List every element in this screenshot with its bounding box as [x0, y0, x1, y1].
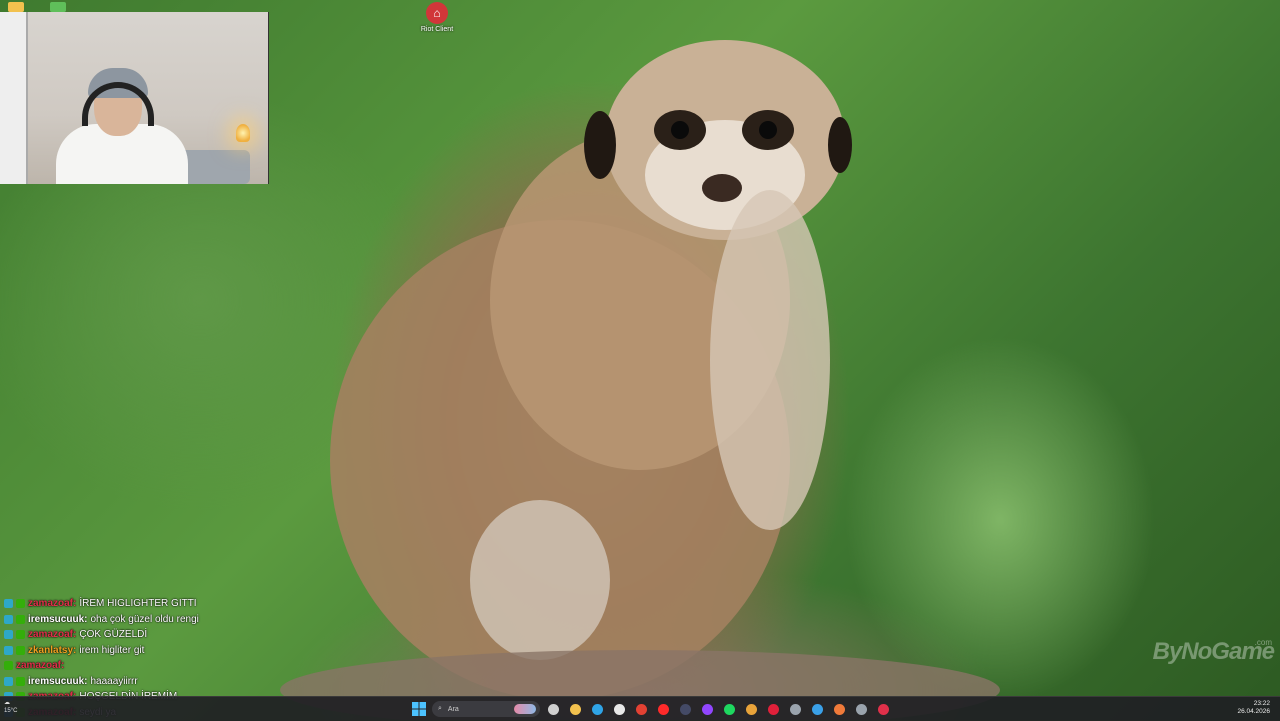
weather-icon: ☁ [4, 700, 10, 706]
browser-icon[interactable] [830, 700, 848, 718]
weather-widget[interactable]: ☁ 15°C [4, 699, 17, 715]
store-icon-glyph [811, 703, 823, 715]
spotify-icon-glyph [723, 703, 735, 715]
webcam-shelf [0, 12, 28, 184]
chat-text: İREM HIGLIGHTER GITTI [79, 598, 197, 609]
chat-message: iremsucuuk: haaaayiirrr [4, 674, 364, 690]
subscriber-badge-icon [4, 630, 13, 640]
subscriber-badge-icon [4, 676, 13, 686]
steam-icon[interactable] [786, 700, 804, 718]
chat-username: zamazoaf: [28, 598, 77, 609]
edge-icon-glyph [591, 703, 603, 715]
chat-username: zkanlatsy: [28, 644, 77, 656]
chat-text: ÇOK GÜZELDİ [79, 629, 148, 640]
chat-username: zamazoaf: [28, 629, 77, 640]
watermark-suffix: .com [1254, 638, 1272, 647]
webcam-overlay [0, 12, 269, 184]
chat-message: iremsucuuk: oha çok güzel oldu rengi [4, 612, 364, 628]
settings-icon-glyph [855, 703, 867, 715]
youtube-icon-glyph [657, 703, 669, 715]
chat-message: zamazoaf: [4, 658, 364, 674]
desktop-shortcut-label: Riot Client [420, 26, 454, 33]
search-highlight-icon [514, 704, 536, 714]
file-explorer-icon[interactable] [566, 700, 584, 718]
chat-text: haaaayiirrr [90, 675, 138, 687]
start-button[interactable] [410, 700, 428, 718]
subscriber-badge-icon [4, 614, 13, 624]
moderator-badge-icon [4, 661, 13, 671]
moderator-badge-icon [16, 645, 25, 655]
notepad-icon[interactable] [610, 700, 628, 718]
folder-icon[interactable] [8, 2, 24, 12]
chat-text: oha çok güzel oldu rengi [90, 613, 199, 625]
file-explorer-icon-glyph [569, 703, 581, 715]
twitch-icon-glyph [701, 703, 713, 715]
notepad-icon-glyph [613, 703, 625, 715]
obs-icon-glyph [679, 703, 691, 715]
moderator-badge-icon [16, 676, 25, 686]
moderator-badge-icon [16, 614, 25, 624]
search-placeholder: Ara [447, 705, 459, 713]
edge-icon[interactable] [588, 700, 606, 718]
taskbar-search[interactable]: ⌕ Ara [432, 701, 540, 717]
chat-username: zamazoaf: [16, 660, 65, 671]
webcam-lamp [236, 124, 250, 142]
spotify-icon[interactable] [720, 700, 738, 718]
riot-taskbar-icon[interactable] [874, 700, 892, 718]
chat-text: irem higliter git [79, 644, 145, 656]
moderator-badge-icon [16, 630, 25, 640]
obs-icon[interactable] [676, 700, 694, 718]
opera-icon[interactable] [764, 700, 782, 718]
chat-message: zkanlatsy: irem higliter git [4, 643, 364, 659]
taskbar-center: ⌕ Ara [410, 700, 892, 718]
weather-temp: 15°C [4, 708, 18, 714]
desktop-shortcut-riot-client[interactable]: ⌂ Riot Client [418, 2, 456, 33]
search-icon: ⌕ [438, 705, 442, 712]
system-clock[interactable]: 23:22 26.04.2026 [1237, 700, 1270, 716]
subscriber-badge-icon [4, 599, 13, 609]
store-icon[interactable] [808, 700, 826, 718]
browser-icon-glyph [833, 703, 845, 715]
taskbar: ☁ 15°C ⌕ Ara 23:22 26.04.2026 [0, 696, 1280, 721]
subscriber-badge-icon [4, 645, 13, 655]
chat-username: iremsucuuk: [28, 675, 88, 687]
chrome-icon[interactable] [632, 700, 650, 718]
chrome-alt-icon-glyph [745, 703, 757, 715]
settings-icon[interactable] [852, 700, 870, 718]
chat-message: zamazoaf: ÇOK GÜZELDİ [4, 627, 364, 643]
moderator-badge-icon [16, 599, 25, 609]
windows-icon [412, 702, 426, 716]
task-view-icon-glyph [547, 703, 559, 715]
twitch-icon[interactable] [698, 700, 716, 718]
youtube-icon[interactable] [654, 700, 672, 718]
clock-date: 26.04.2026 [1237, 708, 1270, 715]
app-shortcut-icon[interactable] [50, 2, 66, 12]
chrome-alt-icon[interactable] [742, 700, 760, 718]
riot-client-icon: ⌂ [426, 2, 448, 24]
chrome-icon-glyph [635, 703, 647, 715]
desktop-mini-icons [8, 2, 66, 12]
chat-message: zamazoaf: İREM HIGLIGHTER GITTI [4, 596, 364, 612]
task-view-icon[interactable] [544, 700, 562, 718]
steam-icon-glyph [789, 703, 801, 715]
riot-taskbar-icon-glyph [877, 703, 889, 715]
opera-icon-glyph [767, 703, 779, 715]
clock-time: 23:22 [1253, 700, 1270, 707]
chat-username: iremsucuuk: [28, 613, 88, 625]
